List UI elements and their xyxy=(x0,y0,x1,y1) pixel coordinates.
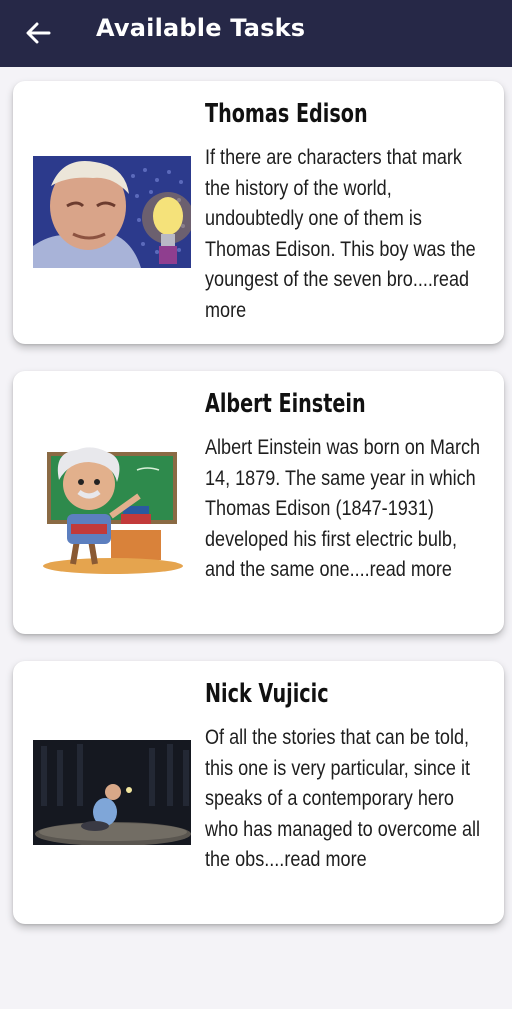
albert-einstein-image xyxy=(33,444,191,576)
task-description: Albert Einstein was born on March 14, 18… xyxy=(205,436,481,582)
nick-vujicic-image xyxy=(33,740,191,845)
task-title: Nick Vujicic xyxy=(205,679,329,709)
arrow-left-icon xyxy=(26,22,51,44)
thomas-edison-image xyxy=(33,156,191,268)
task-description: If there are characters that mark the hi… xyxy=(205,146,476,322)
read-more-link[interactable]: ....read more xyxy=(264,848,366,871)
page-title: Available Tasks xyxy=(96,14,306,42)
task-card-albert-einstein[interactable]: Albert Einstein Albert Einstein was born… xyxy=(13,371,504,634)
task-card-thomas-edison[interactable]: Thomas Edison If there are characters th… xyxy=(13,81,504,344)
task-title: Albert Einstein xyxy=(205,389,366,419)
task-description: Of all the stories that can be told, thi… xyxy=(205,726,481,872)
app-bar: Available Tasks xyxy=(0,0,512,67)
back-button[interactable] xyxy=(24,19,52,47)
read-more-link[interactable]: ....read more xyxy=(350,558,452,581)
task-title: Thomas Edison xyxy=(205,99,368,129)
task-card-nick-vujicic[interactable]: Nick Vujicic Of all the stories that can… xyxy=(13,661,504,924)
